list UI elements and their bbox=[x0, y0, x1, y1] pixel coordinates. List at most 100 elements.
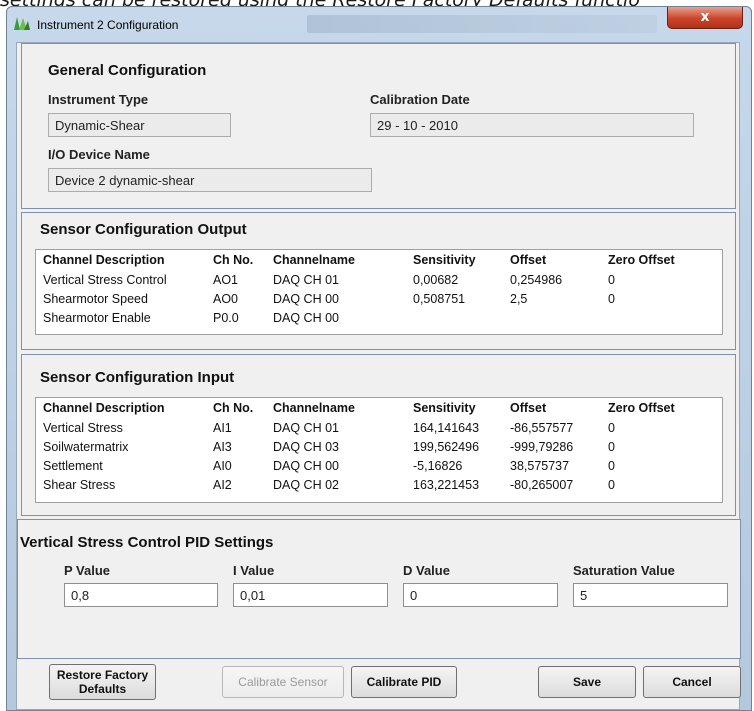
calibrate-sensor-button[interactable]: Calibrate Sensor bbox=[222, 666, 344, 698]
table-cell: 0 bbox=[608, 420, 615, 435]
table-cell: 164,141643 bbox=[413, 420, 480, 435]
table-cell: 0 bbox=[608, 458, 615, 473]
table-row[interactable]: Settlement AI0 DAQ CH 00 -5,16826 38,575… bbox=[36, 456, 722, 475]
d-value-label: D Value bbox=[403, 563, 450, 578]
column-header-offset[interactable]: Offset bbox=[503, 398, 601, 418]
table-cell bbox=[503, 308, 601, 327]
saturation-value-label: Saturation Value bbox=[573, 563, 675, 578]
app-logo-icon bbox=[14, 17, 30, 30]
sensor-input-section: Sensor Configuration Input Channel Descr… bbox=[21, 354, 736, 516]
sensor-input-heading: Sensor Configuration Input bbox=[40, 369, 235, 386]
table-cell: Shearmotor Enable bbox=[43, 310, 151, 325]
pid-settings-section: Vertical Stress Control PID Settings P V… bbox=[17, 519, 741, 659]
io-device-name-label: I/O Device Name bbox=[48, 147, 150, 162]
table-row[interactable]: Vertical Stress AI1 DAQ CH 01 164,141643… bbox=[36, 418, 722, 437]
column-header-channel-description[interactable]: Channel Description bbox=[36, 250, 206, 270]
io-device-name-field[interactable]: Device 2 dynamic-shear bbox=[48, 168, 372, 192]
table-cell: P0.0 bbox=[213, 310, 239, 325]
table-cell: AI3 bbox=[213, 439, 232, 454]
general-configuration-section: General Configuration Instrument Type Dy… bbox=[21, 43, 736, 209]
table-cell: 2,5 bbox=[510, 291, 528, 306]
i-value-label: I Value bbox=[233, 563, 275, 578]
table-row[interactable]: Shearmotor Enable P0.0 DAQ CH 00 bbox=[36, 308, 722, 327]
table-cell: 0,508751 bbox=[413, 291, 466, 306]
sensor-input-table[interactable]: Channel Description Ch No. Channelname S… bbox=[35, 397, 723, 503]
cancel-button[interactable]: Cancel bbox=[643, 666, 741, 698]
table-cell: Soilwatermatrix bbox=[43, 439, 129, 454]
table-cell: AO0 bbox=[213, 291, 239, 306]
table-cell: -86,557577 bbox=[510, 420, 574, 435]
table-cell: Vertical Stress Control bbox=[43, 272, 167, 287]
calibration-date-field[interactable]: 29 - 10 - 2010 bbox=[370, 113, 694, 137]
i-value-input[interactable]: 0,01 bbox=[233, 583, 388, 607]
table-cell: -5,16826 bbox=[413, 458, 463, 473]
table-cell bbox=[406, 308, 503, 327]
column-header-channel-description[interactable]: Channel Description bbox=[36, 398, 206, 418]
table-cell: 0,00682 bbox=[413, 272, 459, 287]
table-row[interactable]: Vertical Stress Control AO1 DAQ CH 01 0,… bbox=[36, 270, 722, 289]
table-cell: -999,79286 bbox=[510, 439, 574, 454]
table-cell: DAQ CH 01 bbox=[273, 272, 339, 287]
table-header-row: Channel Description Ch No. Channelname S… bbox=[36, 250, 722, 270]
dialog-body: General Configuration Instrument Type Dy… bbox=[16, 42, 741, 710]
config-dialog: Instrument 2 Configuration x General Con… bbox=[6, 6, 752, 711]
table-cell: 199,562496 bbox=[413, 439, 480, 454]
window-title: Instrument 2 Configuration bbox=[37, 18, 179, 32]
table-cell: DAQ CH 01 bbox=[273, 420, 339, 435]
p-value-label: P Value bbox=[64, 563, 111, 578]
table-cell: AI0 bbox=[213, 458, 232, 473]
general-configuration-heading: General Configuration bbox=[48, 62, 207, 79]
column-header-sensitivity[interactable]: Sensitivity bbox=[406, 398, 503, 418]
d-value-input[interactable]: 0 bbox=[403, 583, 558, 607]
table-cell: 0 bbox=[608, 439, 615, 454]
table-cell: DAQ CH 03 bbox=[273, 439, 339, 454]
column-header-zero-offset[interactable]: Zero Offset bbox=[601, 250, 722, 270]
column-header-ch-no[interactable]: Ch No. bbox=[206, 398, 266, 418]
table-cell: 0 bbox=[608, 272, 615, 287]
column-header-offset[interactable]: Offset bbox=[503, 250, 601, 270]
table-cell: Vertical Stress bbox=[43, 420, 123, 435]
restore-button-label-line1: Restore Factory bbox=[56, 668, 149, 682]
calibrate-pid-button[interactable]: Calibrate PID bbox=[351, 666, 457, 698]
calibration-date-label: Calibration Date bbox=[370, 92, 470, 107]
table-cell: DAQ CH 02 bbox=[273, 477, 339, 492]
sensor-output-section: Sensor Configuration Output Channel Desc… bbox=[21, 212, 736, 350]
column-header-sensitivity[interactable]: Sensitivity bbox=[406, 250, 503, 270]
table-cell: 0 bbox=[608, 291, 615, 306]
column-header-channelname[interactable]: Channelname bbox=[266, 398, 406, 418]
instrument-type-label: Instrument Type bbox=[48, 92, 149, 107]
table-cell: AI2 bbox=[213, 477, 232, 492]
background-window-blur bbox=[307, 15, 657, 33]
p-value-input[interactable]: 0,8 bbox=[64, 583, 218, 607]
instrument-type-field[interactable]: Dynamic-Shear bbox=[48, 113, 231, 137]
sensor-output-table[interactable]: Channel Description Ch No. Channelname S… bbox=[35, 249, 723, 335]
table-cell: Shearmotor Speed bbox=[43, 291, 148, 306]
table-cell: Settlement bbox=[43, 458, 103, 473]
table-row[interactable]: Shear Stress AI2 DAQ CH 02 163,221453 -8… bbox=[36, 475, 722, 494]
restore-factory-defaults-button[interactable]: Restore Factory Defaults bbox=[49, 664, 156, 700]
title-bar[interactable]: Instrument 2 Configuration x bbox=[7, 7, 751, 41]
table-cell: 38,575737 bbox=[510, 458, 570, 473]
table-cell: 0 bbox=[608, 477, 615, 492]
pid-settings-heading: Vertical Stress Control PID Settings bbox=[20, 534, 274, 551]
restore-button-label-line2: Defaults bbox=[78, 682, 127, 696]
table-cell: -80,265007 bbox=[510, 477, 574, 492]
column-header-channelname[interactable]: Channelname bbox=[266, 250, 406, 270]
table-header-row: Channel Description Ch No. Channelname S… bbox=[36, 398, 722, 418]
sensor-output-heading: Sensor Configuration Output bbox=[40, 221, 247, 238]
column-header-ch-no[interactable]: Ch No. bbox=[206, 250, 266, 270]
table-cell: DAQ CH 00 bbox=[273, 291, 339, 306]
table-cell: DAQ CH 00 bbox=[273, 310, 339, 325]
save-button[interactable]: Save bbox=[538, 666, 636, 698]
column-header-zero-offset[interactable]: Zero Offset bbox=[601, 398, 722, 418]
table-cell: AI1 bbox=[213, 420, 232, 435]
table-cell: 163,221453 bbox=[413, 477, 480, 492]
table-cell bbox=[601, 308, 722, 327]
table-row[interactable]: Soilwatermatrix AI3 DAQ CH 03 199,562496… bbox=[36, 437, 722, 456]
table-cell: Shear Stress bbox=[43, 477, 116, 492]
close-button[interactable]: x bbox=[667, 7, 743, 29]
table-cell: 0,254986 bbox=[510, 272, 563, 287]
saturation-value-input[interactable]: 5 bbox=[573, 583, 728, 607]
table-cell: AO1 bbox=[213, 272, 239, 287]
table-row[interactable]: Shearmotor Speed AO0 DAQ CH 00 0,508751 … bbox=[36, 289, 722, 308]
